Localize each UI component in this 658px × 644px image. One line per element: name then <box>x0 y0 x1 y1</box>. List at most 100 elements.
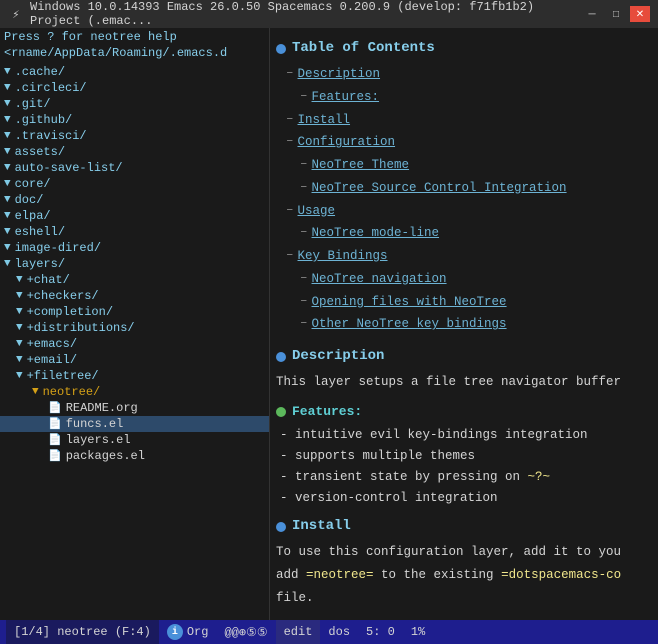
tree-folder-doc[interactable]: ▼ doc/ <box>0 192 269 208</box>
tree-label: +completion/ <box>27 305 113 319</box>
toc-link-modeline[interactable]: NeoTree mode-line <box>312 223 440 244</box>
tree-label: auto-save-list/ <box>15 161 123 175</box>
tree-label: elpa/ <box>15 209 51 223</box>
toc-item-config[interactable]: – Configuration <box>276 131 652 154</box>
toc-item-nav[interactable]: – NeoTree navigation <box>276 268 652 291</box>
toc-item-description[interactable]: – Description <box>276 63 652 86</box>
folder-icon: ▼ <box>4 82 11 94</box>
tree-label: assets/ <box>15 145 65 159</box>
titlebar: ⚡ Windows 10.0.14393 Emacs 26.0.50 Space… <box>0 0 658 28</box>
tree-folder-git[interactable]: ▼ .git/ <box>0 96 269 112</box>
tree-label: funcs.el <box>66 417 124 431</box>
tree-folder-checkers[interactable]: ▼ +checkers/ <box>0 288 269 304</box>
tree-folder-core[interactable]: ▼ core/ <box>0 176 269 192</box>
tree-folder-email[interactable]: ▼ +email/ <box>0 352 269 368</box>
window-controls: ─ □ ✕ <box>582 6 650 22</box>
description-bullet <box>276 352 286 362</box>
feature-item-4: - version-control integration <box>276 488 652 509</box>
install-text2: add =neotree= to the existing =dotspacem… <box>276 564 652 587</box>
tree-label: +checkers/ <box>27 289 99 303</box>
tree-file-packages[interactable]: 📄 packages.el <box>0 448 269 464</box>
content-panel[interactable]: Table of Contents – Description – Featur… <box>270 28 658 620</box>
tree-file-layers[interactable]: 📄 layers.el <box>0 432 269 448</box>
tree-folder-neotree[interactable]: ▼ neotree/ <box>0 384 269 400</box>
toc-link-description[interactable]: Description <box>298 64 381 85</box>
tree-folder-completion[interactable]: ▼ +completion/ <box>0 304 269 320</box>
tree-folder-emacs[interactable]: ▼ +emacs/ <box>0 336 269 352</box>
description-text: This layer setups a file tree navigator … <box>276 371 652 394</box>
status-line-col: 5: 0 <box>358 620 403 644</box>
tree-folder-filetree[interactable]: ▼ +filetree/ <box>0 368 269 384</box>
close-button[interactable]: ✕ <box>630 6 650 22</box>
tree-folder-eshell[interactable]: ▼ eshell/ <box>0 224 269 240</box>
window-title: Windows 10.0.14393 Emacs 26.0.50 Spacema… <box>30 0 576 28</box>
toc-link-neotree-theme[interactable]: NeoTree Theme <box>312 155 410 176</box>
minimize-button[interactable]: ─ <box>582 6 602 22</box>
toc-link-config[interactable]: Configuration <box>298 132 396 153</box>
status-mode: edit <box>276 620 321 644</box>
neotree-panel[interactable]: Press ? for neotree help <rname/AppData/… <box>0 28 270 620</box>
toc-link-keybindings[interactable]: Key Bindings <box>298 246 388 267</box>
tree-label: README.org <box>66 401 138 415</box>
tree-folder-travisci[interactable]: ▼ .travisci/ <box>0 128 269 144</box>
toc-item-neotree-theme[interactable]: – NeoTree Theme <box>276 154 652 177</box>
tree-file-readme[interactable]: 📄 README.org <box>0 400 269 416</box>
folder-icon: ▼ <box>4 98 11 110</box>
tree-label: doc/ <box>15 193 44 207</box>
features-header: Features: <box>276 402 652 422</box>
tree-folder-elpa[interactable]: ▼ elpa/ <box>0 208 269 224</box>
status-mode-text: edit <box>284 625 313 639</box>
tree-label: +email/ <box>27 353 77 367</box>
feature-item-1: - intuitive evil key-bindings integratio… <box>276 425 652 446</box>
neotree-help-text: Press ? for neotree help <box>0 28 269 46</box>
maximize-button[interactable]: □ <box>606 6 626 22</box>
folder-open-icon: ▼ <box>32 386 39 398</box>
toc-link-neotree-sci[interactable]: NeoTree Source Control Integration <box>312 178 567 199</box>
folder-icon: ▼ <box>16 290 23 302</box>
toc-item-neotree-sci[interactable]: – NeoTree Source Control Integration <box>276 177 652 200</box>
toc-item-features[interactable]: – Features: <box>276 86 652 109</box>
tree-folder-circleci[interactable]: ▼ .circleci/ <box>0 80 269 96</box>
tree-label: +filetree/ <box>27 369 99 383</box>
toc-link-nav[interactable]: NeoTree navigation <box>312 269 447 290</box>
file-icon: 📄 <box>48 401 62 415</box>
tree-file-funcs[interactable]: 📄 funcs.el <box>0 416 269 432</box>
toc-link-opening[interactable]: Opening files with NeoTree <box>312 292 507 313</box>
tree-folder-cache[interactable]: ▼ .cache/ <box>0 64 269 80</box>
statusbar: [1/4] neotree (F:4) i Org @@⊕⑤⑤ edit dos… <box>0 620 658 644</box>
toc-item-opening[interactable]: – Opening files with NeoTree <box>276 291 652 314</box>
toc-item-usage[interactable]: – Usage <box>276 200 652 223</box>
toc-link-usage[interactable]: Usage <box>298 201 336 222</box>
folder-icon: ▼ <box>4 162 11 174</box>
toc-link-other[interactable]: Other NeoTree key bindings <box>312 314 507 335</box>
folder-icon: ▼ <box>4 226 11 238</box>
tree-label: .travisci/ <box>15 129 87 143</box>
install-header: Install <box>276 516 652 537</box>
folder-icon: ▼ <box>4 210 11 222</box>
status-percent: 1% <box>403 620 433 644</box>
feature-item-3: - transient state by pressing on ~?~ <box>276 467 652 488</box>
toc-link-install[interactable]: Install <box>298 110 351 131</box>
toc-item-modeline[interactable]: – NeoTree mode-line <box>276 222 652 245</box>
toc-item-keybindings[interactable]: – Key Bindings <box>276 245 652 268</box>
folder-icon: ▼ <box>16 338 23 350</box>
tree-folder-assets[interactable]: ▼ assets/ <box>0 144 269 160</box>
status-dos-text: dos <box>328 625 350 639</box>
tree-label: .github/ <box>15 113 73 127</box>
tree-folder-layers[interactable]: ▼ layers/ <box>0 256 269 272</box>
app-icon: ⚡ <box>8 6 24 22</box>
install-text1: To use this configuration layer, add it … <box>276 541 652 564</box>
tree-folder-chat[interactable]: ▼ +chat/ <box>0 272 269 288</box>
status-buffer-text: neotree (F:4) <box>57 625 151 639</box>
tree-folder-github[interactable]: ▼ .github/ <box>0 112 269 128</box>
tree-folder-imagedired[interactable]: ▼ image-dired/ <box>0 240 269 256</box>
file-icon: 📄 <box>48 433 62 447</box>
tree-label: layers/ <box>15 257 65 271</box>
tree-folder-distributions[interactable]: ▼ +distributions/ <box>0 320 269 336</box>
toc-item-other[interactable]: – Other NeoTree key bindings <box>276 313 652 336</box>
tree-folder-autosave[interactable]: ▼ auto-save-list/ <box>0 160 269 176</box>
status-info: i Org <box>159 620 217 644</box>
toc-link-features[interactable]: Features: <box>312 87 380 108</box>
toc-item-install[interactable]: – Install <box>276 109 652 132</box>
folder-icon: ▼ <box>4 194 11 206</box>
